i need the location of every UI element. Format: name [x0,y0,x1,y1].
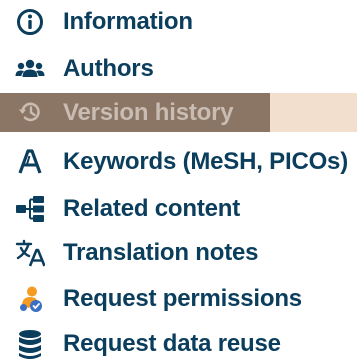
database-icon [15,329,45,359]
menu-item-label: Translation notes [63,239,259,266]
menu-item-label: Authors [63,55,154,82]
menu-item-label: Request data reuse [63,330,281,357]
sitemap-icon [15,194,45,224]
menu-item-label: Keywords (MeSH, PICOs) [63,148,348,175]
info-circle-icon [15,7,45,37]
menu-item-label: Request permissions [63,285,302,312]
side-menu: Information Authors Version history Keyw… [0,0,357,361]
menu-item-label: Related content [63,195,241,222]
history-icon [15,97,45,127]
menu-item-label: Version history [63,99,234,126]
active-highlight-fade [270,93,357,132]
menu-item-version-history[interactable]: Version history [0,93,357,132]
keywords-a-icon [15,147,45,177]
users-icon [15,54,45,84]
translate-icon [15,238,45,268]
menu-item-label: Information [63,8,193,35]
permissions-icon [15,284,45,314]
